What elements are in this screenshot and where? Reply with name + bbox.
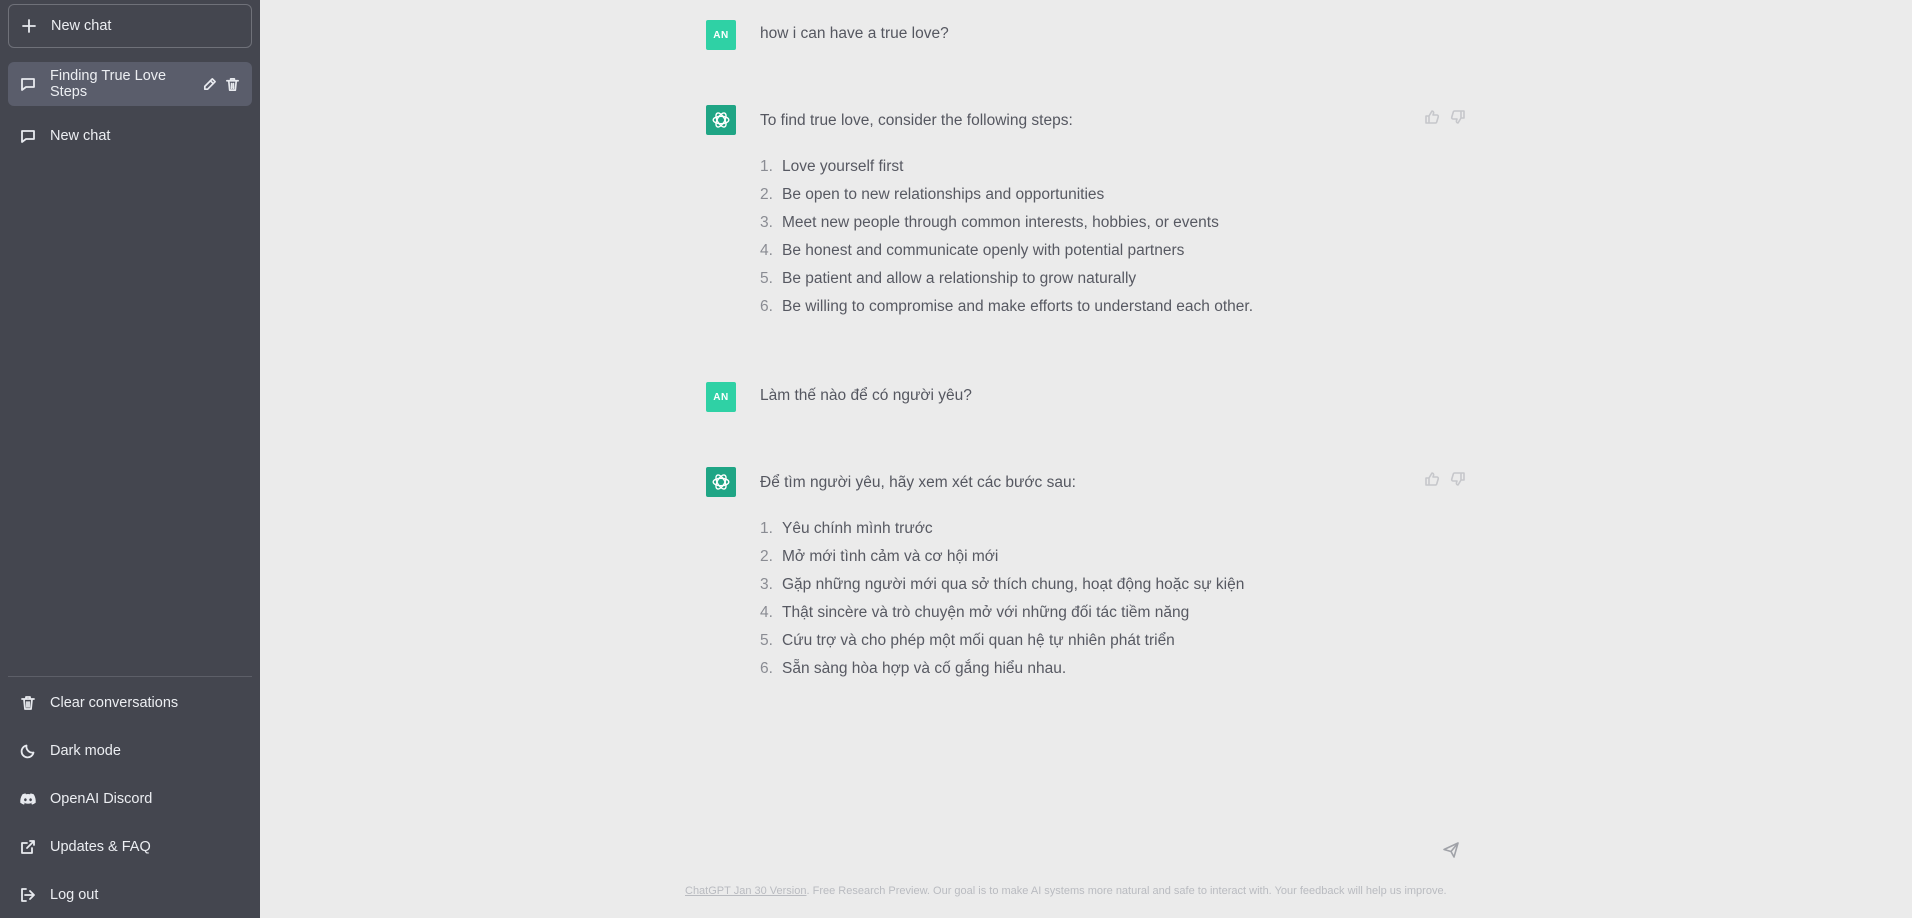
updates-faq-link[interactable]: Updates & FAQ xyxy=(8,825,252,869)
user-message-text: how i can have a true love? xyxy=(760,25,949,42)
openai-discord-link[interactable]: OpenAI Discord xyxy=(8,777,252,821)
assistant-message-text: To find true love, consider the followin… xyxy=(760,112,1073,129)
chat-bubble-icon xyxy=(21,78,35,91)
chatgpt-avatar xyxy=(706,105,736,135)
thumbs-down-icon[interactable] xyxy=(1450,109,1466,125)
sidebar-item-new-chat[interactable]: New chat xyxy=(8,114,252,158)
list-item: 2. Mở mới tình cảm và cơ hội mới xyxy=(760,548,999,565)
send-button[interactable] xyxy=(1442,841,1460,859)
logout-icon xyxy=(21,888,35,902)
external-link-icon xyxy=(21,840,35,854)
list-item: 4. Be honest and communicate openly with … xyxy=(760,242,1185,259)
updates-faq-label: Updates & FAQ xyxy=(50,839,151,855)
conversation-actions xyxy=(202,77,240,92)
openai-discord-label: OpenAI Discord xyxy=(50,791,153,807)
list-item: 4. Thật sincère và trò chuyện mở với nhữn… xyxy=(760,604,1190,621)
plus-icon xyxy=(22,19,36,33)
message-feedback xyxy=(1424,109,1466,125)
chatgpt-avatar xyxy=(706,467,736,497)
dark-mode-label: Dark mode xyxy=(50,743,121,759)
trash-icon[interactable] xyxy=(225,77,240,92)
chat-bubble-icon xyxy=(21,130,35,143)
log-out-button[interactable]: Log out xyxy=(8,873,252,917)
discord-icon xyxy=(20,793,36,805)
list-item: 2. Be open to new relationships and oppor… xyxy=(760,186,1105,203)
footer-disclaimer: ChatGPT Jan 30 Version. Free Research Pr… xyxy=(685,885,1485,897)
list-item: 1. Yêu chính mình trước xyxy=(760,520,933,537)
log-out-label: Log out xyxy=(50,887,99,903)
list-item: 5. Be patient and allow a relationship to… xyxy=(760,270,1137,287)
user-message: AN Làm thế nào để có người yêu? xyxy=(706,382,1466,412)
user-avatar: AN xyxy=(706,382,736,412)
clear-conversations-label: Clear conversations xyxy=(50,695,179,711)
message-feedback xyxy=(1424,471,1466,487)
edit-icon[interactable] xyxy=(202,77,217,92)
list-item: 6. Sẵn sàng hòa hợp và cố gắng hiểu nhau. xyxy=(760,660,1067,677)
dark-mode-button[interactable]: Dark mode xyxy=(8,729,252,773)
clear-conversations-button[interactable]: Clear conversations xyxy=(8,681,252,725)
user-message: AN how i can have a true love? xyxy=(706,20,1466,50)
thumbs-up-icon[interactable] xyxy=(1424,109,1440,125)
moon-icon xyxy=(20,744,35,759)
send-icon xyxy=(1443,842,1459,858)
new-chat-button[interactable]: New chat xyxy=(8,4,252,48)
thumbs-up-icon[interactable] xyxy=(1424,471,1440,487)
conversation-title: Finding True Love Steps xyxy=(50,68,167,100)
assistant-message: Để tìm người yêu, hãy xem xét các bước s… xyxy=(706,467,1466,687)
list-item: 5. Cứu trợ và cho phép một mối quan hệ tự… xyxy=(760,632,1175,649)
assistant-steps-list: 1. Yêu chính mình trước 2. Mở mới tình cảm… xyxy=(760,519,1244,687)
sidebar: New chat Finding True Love Steps New cha… xyxy=(0,0,260,918)
assistant-message: To find true love, consider the followin… xyxy=(706,105,1466,325)
openai-logo-icon xyxy=(712,474,730,490)
chat-main: AN how i can have a true love? To find t… xyxy=(260,0,1912,918)
version-link[interactable]: ChatGPT Jan 30 Version xyxy=(685,885,806,897)
sidebar-divider xyxy=(8,676,252,677)
list-item: 6. Be willing to compromise and make effo… xyxy=(760,298,1254,315)
user-message-text: Làm thế nào để có người yêu? xyxy=(760,387,972,404)
openai-logo-icon xyxy=(712,112,730,128)
conversation-title: New chat xyxy=(50,128,111,144)
sidebar-item-finding-true-love-steps[interactable]: Finding True Love Steps xyxy=(8,62,252,106)
user-avatar: AN xyxy=(706,20,736,50)
trash-icon xyxy=(21,696,35,710)
footer-text: . Free Research Preview. Our goal is to … xyxy=(806,885,1447,897)
thumbs-down-icon[interactable] xyxy=(1450,471,1466,487)
list-item: 1. Love yourself first xyxy=(760,158,904,175)
list-item: 3. Gặp những người mới qua sở thích chung… xyxy=(760,576,1245,593)
list-item: 3. Meet new people through common interes… xyxy=(760,214,1219,231)
assistant-message-text: Để tìm người yêu, hãy xem xét các bước s… xyxy=(760,474,1076,491)
new-chat-label: New chat xyxy=(51,18,112,34)
assistant-steps-list: 1. Love yourself first 2. Be open to new r… xyxy=(760,157,1253,325)
